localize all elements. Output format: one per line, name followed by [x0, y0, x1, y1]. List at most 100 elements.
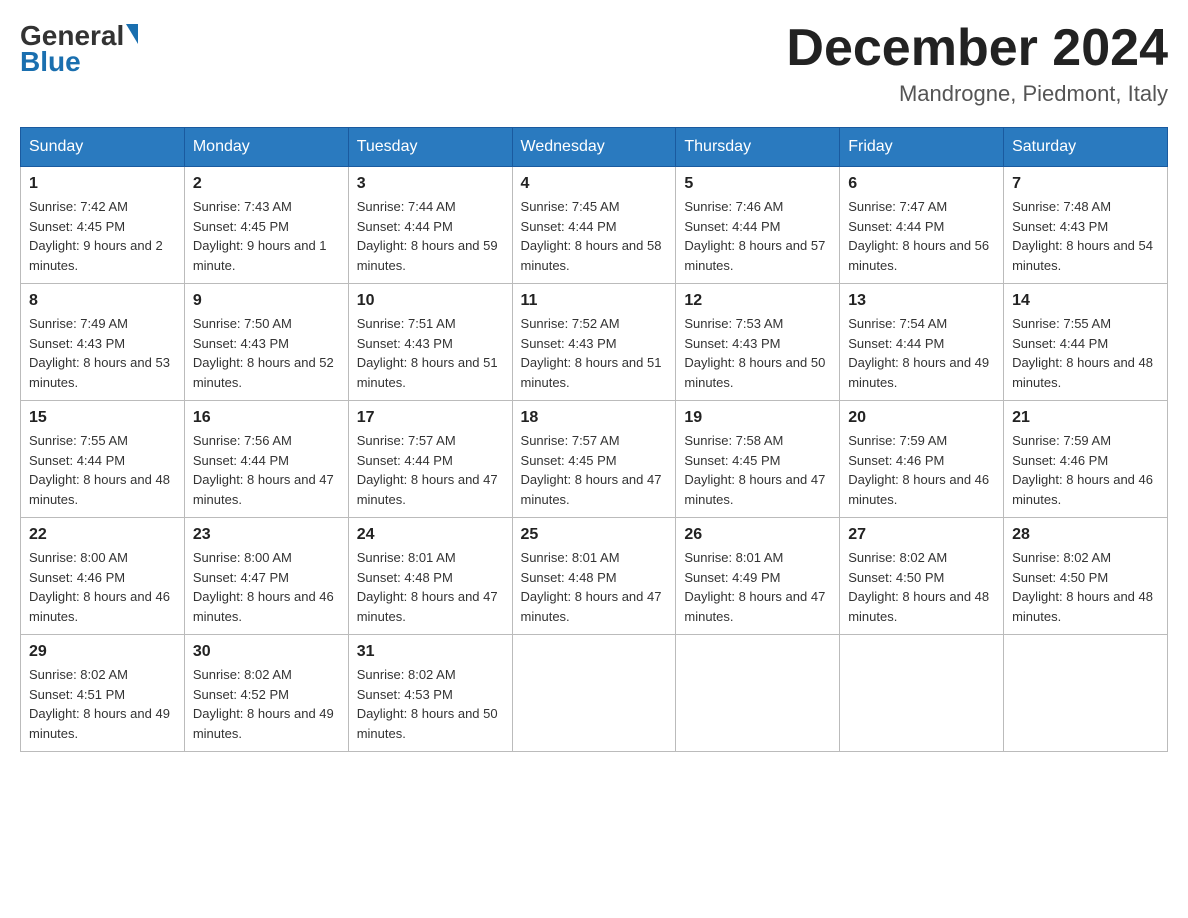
day-info: Sunrise: 7:59 AM Sunset: 4:46 PM Dayligh… — [1012, 431, 1159, 509]
day-info: Sunrise: 7:51 AM Sunset: 4:43 PM Dayligh… — [357, 314, 504, 392]
day-info: Sunrise: 8:00 AM Sunset: 4:47 PM Dayligh… — [193, 548, 340, 626]
day-number: 2 — [193, 175, 340, 193]
calendar-cell: 13 Sunrise: 7:54 AM Sunset: 4:44 PM Dayl… — [840, 284, 1004, 401]
calendar-cell: 26 Sunrise: 8:01 AM Sunset: 4:49 PM Dayl… — [676, 518, 840, 635]
day-info: Sunrise: 8:02 AM Sunset: 4:51 PM Dayligh… — [29, 665, 176, 743]
day-header-tuesday: Tuesday — [348, 128, 512, 167]
calendar-cell: 4 Sunrise: 7:45 AM Sunset: 4:44 PM Dayli… — [512, 167, 676, 284]
day-number: 8 — [29, 292, 176, 310]
day-info: Sunrise: 7:45 AM Sunset: 4:44 PM Dayligh… — [521, 197, 668, 275]
day-number: 24 — [357, 526, 504, 544]
day-number: 21 — [1012, 409, 1159, 427]
day-number: 23 — [193, 526, 340, 544]
day-number: 26 — [684, 526, 831, 544]
calendar-body: 1 Sunrise: 7:42 AM Sunset: 4:45 PM Dayli… — [21, 167, 1168, 752]
calendar-cell: 19 Sunrise: 7:58 AM Sunset: 4:45 PM Dayl… — [676, 401, 840, 518]
day-number: 10 — [357, 292, 504, 310]
calendar-cell: 28 Sunrise: 8:02 AM Sunset: 4:50 PM Dayl… — [1004, 518, 1168, 635]
logo-blue-label: Blue — [20, 46, 81, 78]
day-info: Sunrise: 7:57 AM Sunset: 4:45 PM Dayligh… — [521, 431, 668, 509]
day-info: Sunrise: 7:55 AM Sunset: 4:44 PM Dayligh… — [29, 431, 176, 509]
day-number: 18 — [521, 409, 668, 427]
day-info: Sunrise: 7:55 AM Sunset: 4:44 PM Dayligh… — [1012, 314, 1159, 392]
day-number: 7 — [1012, 175, 1159, 193]
day-number: 14 — [1012, 292, 1159, 310]
day-info: Sunrise: 7:50 AM Sunset: 4:43 PM Dayligh… — [193, 314, 340, 392]
calendar-cell: 29 Sunrise: 8:02 AM Sunset: 4:51 PM Dayl… — [21, 635, 185, 752]
day-number: 11 — [521, 292, 668, 310]
day-info: Sunrise: 7:44 AM Sunset: 4:44 PM Dayligh… — [357, 197, 504, 275]
calendar-cell: 20 Sunrise: 7:59 AM Sunset: 4:46 PM Dayl… — [840, 401, 1004, 518]
calendar-cell: 27 Sunrise: 8:02 AM Sunset: 4:50 PM Dayl… — [840, 518, 1004, 635]
week-row-3: 15 Sunrise: 7:55 AM Sunset: 4:44 PM Dayl… — [21, 401, 1168, 518]
calendar-cell — [1004, 635, 1168, 752]
day-info: Sunrise: 7:58 AM Sunset: 4:45 PM Dayligh… — [684, 431, 831, 509]
day-number: 3 — [357, 175, 504, 193]
calendar-cell: 1 Sunrise: 7:42 AM Sunset: 4:45 PM Dayli… — [21, 167, 185, 284]
calendar-cell: 7 Sunrise: 7:48 AM Sunset: 4:43 PM Dayli… — [1004, 167, 1168, 284]
day-info: Sunrise: 7:52 AM Sunset: 4:43 PM Dayligh… — [521, 314, 668, 392]
day-info: Sunrise: 8:02 AM Sunset: 4:50 PM Dayligh… — [848, 548, 995, 626]
day-header-monday: Monday — [184, 128, 348, 167]
day-info: Sunrise: 7:42 AM Sunset: 4:45 PM Dayligh… — [29, 197, 176, 275]
day-number: 17 — [357, 409, 504, 427]
calendar-cell: 23 Sunrise: 8:00 AM Sunset: 4:47 PM Dayl… — [184, 518, 348, 635]
calendar-cell: 5 Sunrise: 7:46 AM Sunset: 4:44 PM Dayli… — [676, 167, 840, 284]
day-info: Sunrise: 7:46 AM Sunset: 4:44 PM Dayligh… — [684, 197, 831, 275]
day-info: Sunrise: 8:02 AM Sunset: 4:50 PM Dayligh… — [1012, 548, 1159, 626]
calendar-cell: 8 Sunrise: 7:49 AM Sunset: 4:43 PM Dayli… — [21, 284, 185, 401]
day-number: 25 — [521, 526, 668, 544]
day-info: Sunrise: 7:56 AM Sunset: 4:44 PM Dayligh… — [193, 431, 340, 509]
calendar-cell: 2 Sunrise: 7:43 AM Sunset: 4:45 PM Dayli… — [184, 167, 348, 284]
calendar-header: SundayMondayTuesdayWednesdayThursdayFrid… — [21, 128, 1168, 167]
calendar-cell: 3 Sunrise: 7:44 AM Sunset: 4:44 PM Dayli… — [348, 167, 512, 284]
day-number: 29 — [29, 643, 176, 661]
day-info: Sunrise: 7:43 AM Sunset: 4:45 PM Dayligh… — [193, 197, 340, 275]
day-number: 16 — [193, 409, 340, 427]
calendar-cell: 21 Sunrise: 7:59 AM Sunset: 4:46 PM Dayl… — [1004, 401, 1168, 518]
day-number: 31 — [357, 643, 504, 661]
calendar-table: SundayMondayTuesdayWednesdayThursdayFrid… — [20, 127, 1168, 752]
day-info: Sunrise: 7:54 AM Sunset: 4:44 PM Dayligh… — [848, 314, 995, 392]
page-header: General Blue December 2024 Mandrogne, Pi… — [20, 20, 1168, 107]
logo-arrow-icon — [126, 24, 138, 44]
day-number: 19 — [684, 409, 831, 427]
calendar-cell — [676, 635, 840, 752]
calendar-cell: 30 Sunrise: 8:02 AM Sunset: 4:52 PM Dayl… — [184, 635, 348, 752]
calendar-cell: 9 Sunrise: 7:50 AM Sunset: 4:43 PM Dayli… — [184, 284, 348, 401]
location-title: Mandrogne, Piedmont, Italy — [786, 81, 1168, 107]
calendar-cell: 17 Sunrise: 7:57 AM Sunset: 4:44 PM Dayl… — [348, 401, 512, 518]
day-info: Sunrise: 7:59 AM Sunset: 4:46 PM Dayligh… — [848, 431, 995, 509]
day-number: 15 — [29, 409, 176, 427]
calendar-cell: 24 Sunrise: 8:01 AM Sunset: 4:48 PM Dayl… — [348, 518, 512, 635]
day-header-saturday: Saturday — [1004, 128, 1168, 167]
day-info: Sunrise: 7:47 AM Sunset: 4:44 PM Dayligh… — [848, 197, 995, 275]
week-row-5: 29 Sunrise: 8:02 AM Sunset: 4:51 PM Dayl… — [21, 635, 1168, 752]
day-info: Sunrise: 7:48 AM Sunset: 4:43 PM Dayligh… — [1012, 197, 1159, 275]
calendar-cell: 22 Sunrise: 8:00 AM Sunset: 4:46 PM Dayl… — [21, 518, 185, 635]
days-of-week-row: SundayMondayTuesdayWednesdayThursdayFrid… — [21, 128, 1168, 167]
day-number: 28 — [1012, 526, 1159, 544]
calendar-cell — [840, 635, 1004, 752]
day-info: Sunrise: 8:01 AM Sunset: 4:48 PM Dayligh… — [357, 548, 504, 626]
day-info: Sunrise: 8:01 AM Sunset: 4:49 PM Dayligh… — [684, 548, 831, 626]
calendar-cell: 6 Sunrise: 7:47 AM Sunset: 4:44 PM Dayli… — [840, 167, 1004, 284]
day-number: 4 — [521, 175, 668, 193]
day-number: 22 — [29, 526, 176, 544]
day-info: Sunrise: 8:02 AM Sunset: 4:52 PM Dayligh… — [193, 665, 340, 743]
day-info: Sunrise: 8:00 AM Sunset: 4:46 PM Dayligh… — [29, 548, 176, 626]
calendar-cell: 14 Sunrise: 7:55 AM Sunset: 4:44 PM Dayl… — [1004, 284, 1168, 401]
day-number: 27 — [848, 526, 995, 544]
day-info: Sunrise: 7:49 AM Sunset: 4:43 PM Dayligh… — [29, 314, 176, 392]
day-number: 6 — [848, 175, 995, 193]
calendar-cell: 16 Sunrise: 7:56 AM Sunset: 4:44 PM Dayl… — [184, 401, 348, 518]
day-header-thursday: Thursday — [676, 128, 840, 167]
day-info: Sunrise: 7:53 AM Sunset: 4:43 PM Dayligh… — [684, 314, 831, 392]
month-title: December 2024 — [786, 20, 1168, 77]
calendar-cell: 11 Sunrise: 7:52 AM Sunset: 4:43 PM Dayl… — [512, 284, 676, 401]
day-header-sunday: Sunday — [21, 128, 185, 167]
week-row-1: 1 Sunrise: 7:42 AM Sunset: 4:45 PM Dayli… — [21, 167, 1168, 284]
calendar-cell — [512, 635, 676, 752]
calendar-cell: 10 Sunrise: 7:51 AM Sunset: 4:43 PM Dayl… — [348, 284, 512, 401]
day-info: Sunrise: 8:02 AM Sunset: 4:53 PM Dayligh… — [357, 665, 504, 743]
